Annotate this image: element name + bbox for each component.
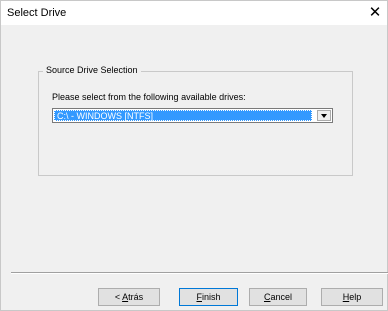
source-drive-groupbox: Source Drive Selection Please select fro… (38, 65, 353, 176)
window-title: Select Drive (7, 7, 67, 19)
close-icon[interactable]: ✕ (365, 3, 385, 23)
groupbox-legend: Source Drive Selection (43, 65, 141, 75)
finish-button[interactable]: Finish (179, 288, 238, 306)
back-button[interactable]: < Atrás (98, 288, 160, 306)
select-drive-dialog: Select Drive ✕ Source Drive Selection Pl… (0, 0, 388, 311)
back-rest: trás (128, 292, 144, 302)
title-bar: Select Drive ✕ (1, 1, 387, 25)
drive-select[interactable]: C:\ - WINDOWS [NTFS] (52, 108, 333, 123)
finish-rest: inish (201, 292, 221, 302)
chevron-down-icon[interactable] (317, 110, 331, 121)
help-rest: elp (349, 292, 362, 302)
drive-select-value: C:\ - WINDOWS [NTFS] (54, 110, 312, 121)
cancel-button[interactable]: Cancel (249, 288, 307, 306)
cancel-rest: ancel (270, 292, 292, 302)
drive-prompt-label: Please select from the following availab… (52, 92, 246, 102)
button-separator (11, 272, 388, 274)
help-button[interactable]: Help (321, 288, 383, 306)
